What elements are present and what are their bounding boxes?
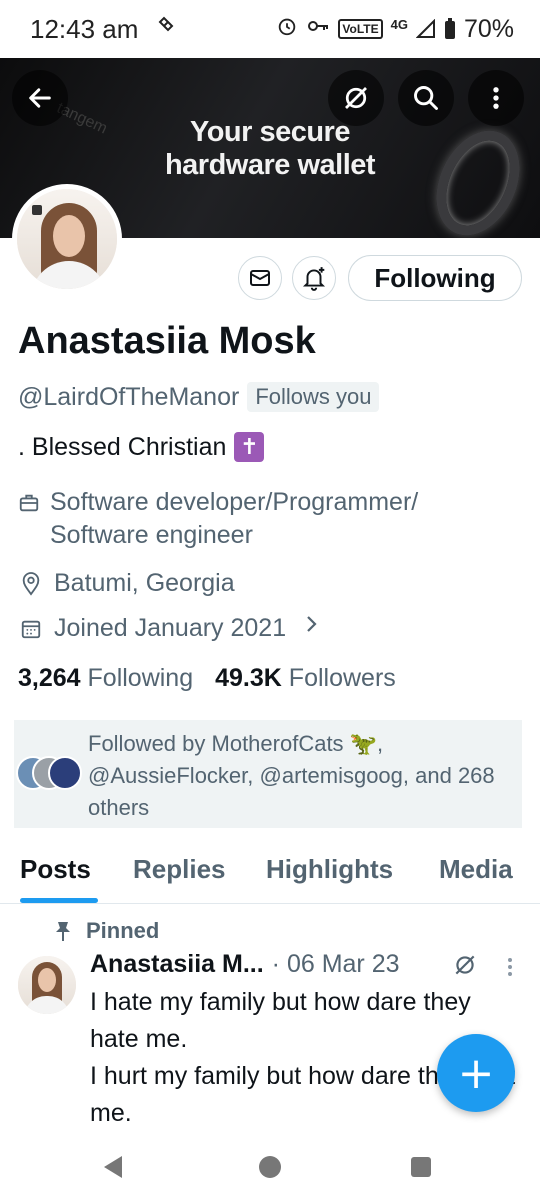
banner-line-2: hardware wallet [164, 149, 376, 181]
cross-emoji: ✝ [234, 432, 265, 462]
search-button[interactable] [398, 70, 454, 126]
location-row: Batumi, Georgia [18, 567, 235, 600]
back-button[interactable] [12, 70, 68, 126]
nav-back-icon[interactable] [104, 1156, 122, 1178]
tab-posts[interactable]: Posts [20, 854, 91, 885]
volte-badge: VoLTE [338, 19, 383, 39]
tab-highlights[interactable]: Highlights [266, 854, 393, 885]
active-tab-indicator [20, 898, 98, 903]
more-options-button[interactable] [468, 70, 524, 126]
follow-stats: 3,264 Following 49.3K Followers [18, 664, 396, 693]
profile-tabs: Posts Replies Highlights Media [0, 850, 540, 904]
briefcase-icon [18, 486, 40, 519]
location-pin-icon [18, 567, 44, 600]
banner-ring-image [420, 117, 536, 238]
following-button[interactable]: Following [348, 255, 522, 301]
compose-button[interactable]: + [437, 1034, 515, 1112]
following-count: 3,264 [18, 664, 81, 692]
followed-by-avatars [14, 756, 84, 792]
bio-text: . Blessed Christian [18, 432, 227, 461]
more-vertical-icon [493, 87, 499, 109]
pinned-label-row: Pinned [54, 918, 159, 944]
signal-icon [415, 19, 436, 39]
search-icon [414, 86, 438, 110]
arrow-left-icon [29, 88, 51, 108]
follows-you-badge: Follows you [247, 382, 380, 412]
joined-row[interactable]: Joined January 2021 [18, 612, 320, 645]
tab-replies[interactable]: Replies [133, 854, 226, 885]
battery-icon [444, 18, 456, 40]
system-nav-bar [0, 1134, 540, 1200]
post-date[interactable]: · 06 Mar 23 [272, 950, 400, 979]
post-author-avatar[interactable] [18, 956, 76, 1014]
mail-icon [250, 270, 270, 286]
avatar-logo [32, 205, 42, 215]
status-time: 12:43 am [30, 13, 139, 44]
bell-plus-icon [302, 267, 326, 291]
nav-recents-icon[interactable] [411, 1157, 431, 1177]
followed-by-box[interactable]: Followed by MotherofCats 🦖, @AussieFlock… [14, 720, 522, 828]
mutual-avatar [48, 756, 82, 790]
pinned-label: Pinned [86, 918, 160, 943]
display-name: Anastasiia Mosk [18, 320, 316, 362]
status-bar: 12:43 am VoLTE 4G 70% [0, 0, 540, 58]
nav-home-icon[interactable] [259, 1156, 281, 1178]
tab-media[interactable]: Media [439, 854, 513, 885]
bio: . Blessed Christian ✝ [18, 432, 265, 462]
joined-text: Joined January 2021 [54, 614, 287, 642]
post-more-icon[interactable] [505, 955, 515, 985]
notifications-button[interactable] [292, 256, 336, 300]
followers-stat[interactable]: 49.3K Followers [215, 664, 396, 693]
post-grok-icon[interactable] [452, 952, 478, 983]
status-right: VoLTE 4G 70% [276, 15, 514, 44]
network-type: 4G [390, 16, 408, 32]
followers-count: 49.3K [215, 664, 282, 692]
followed-by-text: Followed by MotherofCats 🦖, @AussieFlock… [88, 731, 495, 820]
grok-button[interactable] [328, 70, 384, 126]
avatar-face [53, 215, 85, 257]
sync-icon [154, 14, 178, 44]
handle: @LairdOfTheManor [18, 382, 240, 411]
grok-icon [345, 87, 367, 109]
followers-stat-label: Followers [288, 664, 396, 692]
following-stat-label: Following [87, 664, 194, 692]
pin-icon [56, 922, 70, 941]
calendar-icon [18, 612, 44, 645]
profession-row: Software developer/Programmer/ Software … [18, 486, 518, 552]
profession-text: Software developer/Programmer/ Software … [50, 488, 419, 549]
location-text: Batumi, Georgia [54, 569, 235, 597]
message-button[interactable] [238, 256, 282, 300]
key-icon [306, 16, 330, 42]
post-header: Anastasiia M... · 06 Mar 23 [90, 950, 400, 979]
following-stat[interactable]: 3,264 Following [18, 664, 193, 693]
post-author[interactable]: Anastasiia M... [90, 950, 264, 979]
alarm-icon [276, 15, 298, 43]
battery-percent: 70% [463, 14, 514, 43]
chevron-right-icon [304, 612, 320, 645]
handle-row: @LairdOfTheManor Follows you [18, 382, 380, 412]
profile-avatar[interactable] [12, 184, 122, 294]
post-avatar-face [38, 968, 56, 992]
